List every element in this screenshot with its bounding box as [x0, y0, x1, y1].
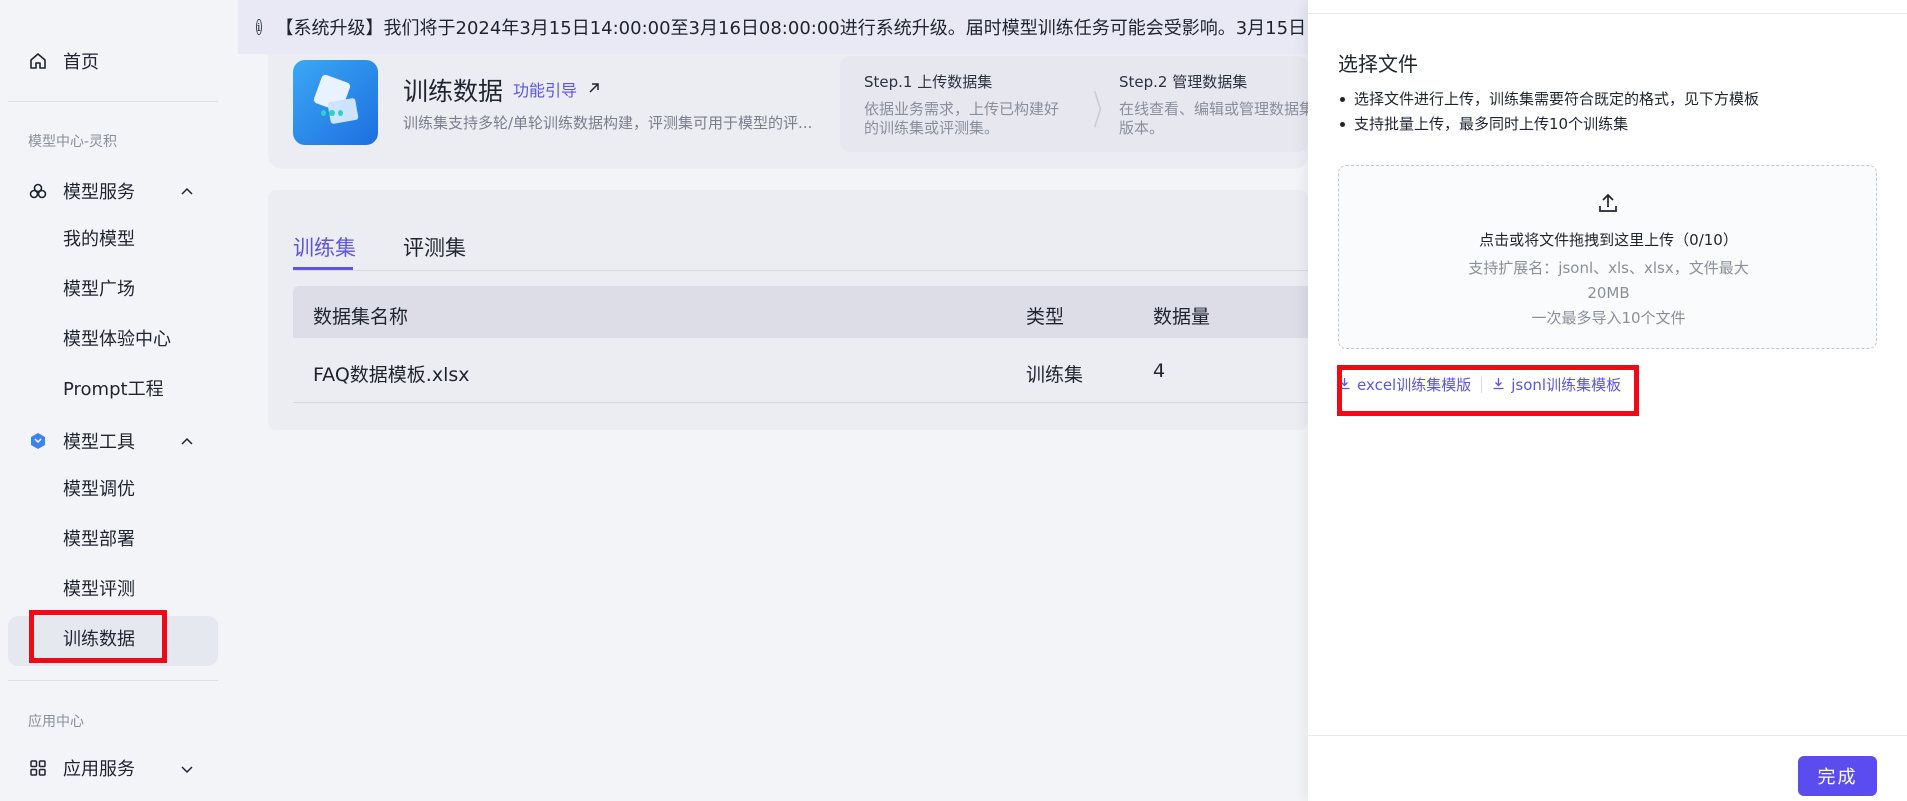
step-2-desc: 在线查看、编辑或管理数据集 版本。 [1119, 100, 1315, 137]
upload-hint: 支持扩展名：jsonl、xls、xlsx，文件最大20MB 一次最多导入10个文… [1339, 256, 1878, 331]
chevron-right-icon: 〉 [1093, 88, 1113, 134]
notice-text: 【系统升级】我们将于2024年3月15日14:00:00至3月16日08:00:… [275, 18, 1308, 39]
upload-main-text: 点击或将文件拖拽到这里上传（0/10） [1479, 231, 1738, 249]
chevron-up-icon[interactable] [180, 183, 194, 204]
page-title: 训练数据 [403, 77, 504, 106]
sidebar-item-model-eval[interactable]: 模型评测 [63, 572, 135, 608]
system-notice-banner: i 【系统升级】我们将于2024年3月15日14:00:00至3月16日08:0… [238, 0, 1308, 54]
sidebar-item-model-deploy[interactable]: 模型部署 [63, 522, 135, 558]
home-icon [28, 51, 48, 71]
tab-training-set[interactable]: 训练集 [293, 232, 356, 262]
model-service-icon [28, 181, 48, 201]
upload-icon [1597, 192, 1619, 218]
column-header-type: 类型 [1026, 306, 1065, 328]
step-2-title: Step.2 管理数据集 [1119, 73, 1248, 91]
highlight-box [29, 610, 167, 663]
nav-home-label: 首页 [63, 52, 99, 73]
drawer-instructions: 选择文件进行上传，训练集需要符合既定的格式，见下方模板 支持批量上传，最多同时上… [1338, 87, 1759, 137]
active-tab-indicator [293, 267, 353, 270]
tab-eval-set[interactable]: 评测集 [403, 232, 466, 262]
table-row-count: 4 [1153, 360, 1166, 382]
sidebar-item-my-models[interactable]: 我的模型 [63, 222, 135, 258]
sidebar-item-model-tuning[interactable]: 模型调优 [63, 472, 135, 508]
drawer-title: 选择文件 [1338, 52, 1418, 76]
divider [8, 680, 218, 681]
divider [1308, 735, 1907, 736]
feature-guide-link[interactable]: 功能引导 [513, 77, 601, 101]
nav-model-service[interactable]: 模型服务 [0, 171, 220, 211]
info-icon: i [256, 19, 262, 35]
divider [1308, 13, 1907, 14]
sidebar: 首页 模型中心-灵积 模型服务 我的模型 模型广场 模型体验中心 Prompt工… [0, 0, 238, 801]
nav-model-tools[interactable]: 模型工具 [0, 421, 220, 461]
upload-hint-limit: 一次最多导入10个文件 [1531, 309, 1686, 327]
feature-guide-label: 功能引导 [513, 81, 578, 100]
file-upload-dropzone[interactable]: 点击或将文件拖拽到这里上传（0/10） 支持扩展名：jsonl、xls、xlsx… [1338, 165, 1877, 349]
nav-model-service-label: 模型服务 [63, 182, 135, 203]
sidebar-item-model-square[interactable]: 模型广场 [63, 272, 135, 308]
highlight-box [1337, 365, 1639, 416]
tabs-divider [293, 270, 1308, 271]
chevron-up-icon[interactable] [180, 433, 194, 454]
step-1-title: Step.1 上传数据集 [864, 73, 993, 91]
upload-hint-extensions: 支持扩展名：jsonl、xls、xlsx，文件最大20MB [1468, 259, 1749, 302]
external-link-icon [587, 80, 601, 99]
page-description: 训练集支持多轮/单轮训练数据构建，评测集可用于模型的评... [403, 114, 813, 132]
done-button[interactable]: 完成 [1798, 756, 1877, 796]
nav-model-tools-label: 模型工具 [63, 432, 135, 453]
nav-app-service[interactable]: 应用服务 [0, 748, 220, 788]
grid-icon [28, 758, 48, 778]
table-row-name[interactable]: FAQ数据模板.xlsx [313, 360, 470, 387]
training-data-logo [293, 60, 378, 145]
sidebar-item-prompt[interactable]: Prompt工程 [63, 372, 164, 408]
step-1-desc: 依据业务需求，上传已构建好 的训练集或评测集。 [864, 100, 1060, 137]
instruction-item: 选择文件进行上传，训练集需要符合既定的格式，见下方模板 [1338, 87, 1759, 112]
row-divider [293, 402, 1308, 403]
nav-app-service-label: 应用服务 [63, 759, 135, 780]
model-tools-icon [28, 431, 48, 451]
column-header-name: 数据集名称 [313, 306, 409, 328]
section-model-center: 模型中心-灵积 [28, 134, 118, 150]
table-row-type: 训练集 [1026, 364, 1084, 386]
nav-home[interactable]: 首页 [0, 41, 220, 81]
column-header-count: 数据量 [1153, 306, 1211, 328]
instruction-item: 支持批量上传，最多同时上传10个训练集 [1338, 112, 1759, 137]
divider [8, 101, 218, 102]
section-app-center: 应用中心 [28, 714, 84, 730]
chevron-down-icon[interactable] [180, 760, 194, 781]
sidebar-item-model-experience[interactable]: 模型体验中心 [63, 322, 171, 358]
